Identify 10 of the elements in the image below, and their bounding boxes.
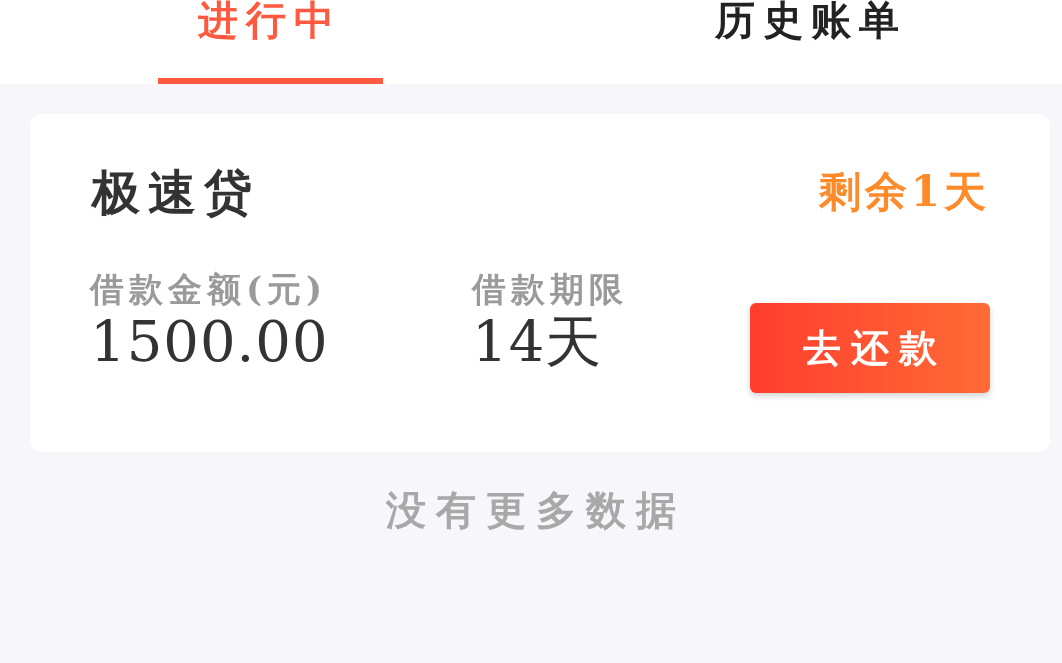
product-name: 极速贷	[90, 164, 260, 220]
tab[interactable]: 历史账单	[691, 0, 931, 84]
field-label: 借款期限	[472, 268, 628, 310]
no-more-data-text: 没有更多数据	[385, 486, 686, 533]
field-label: 借款金额(元)	[90, 268, 328, 310]
tab[interactable]: 进行中	[157, 0, 383, 84]
repay-button[interactable]: 去还款	[750, 303, 990, 393]
remaining-days: 剩余1天	[818, 164, 990, 220]
field-value: 14天	[472, 310, 603, 374]
field-value: 1500.00	[90, 310, 329, 374]
